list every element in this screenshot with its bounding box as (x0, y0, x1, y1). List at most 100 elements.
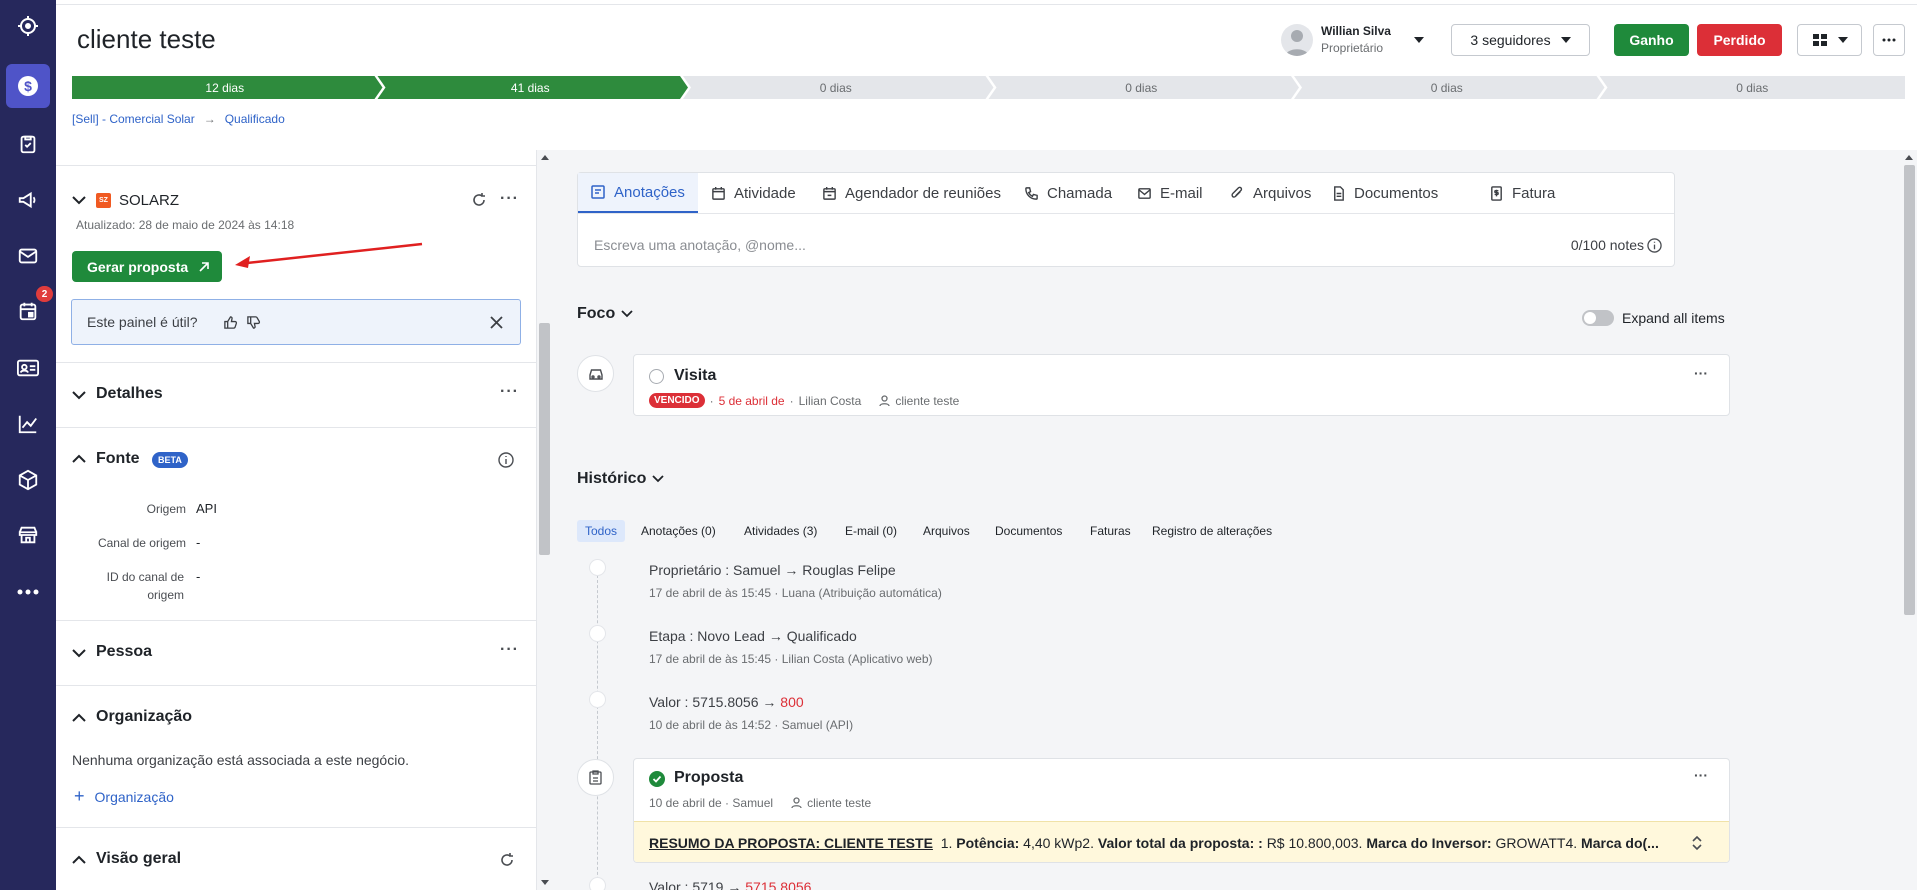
campaigns-megaphone-icon[interactable] (6, 178, 50, 222)
focus-header[interactable]: Foco (577, 305, 633, 323)
section-person-title[interactable]: Pessoa (96, 643, 152, 661)
field-value[interactable]: - (196, 569, 200, 584)
owner-role: Proprietário (1321, 41, 1384, 55)
scroll-down-icon[interactable] (541, 880, 549, 885)
owner-selector[interactable]: Willian Silva Proprietário (1281, 23, 1391, 57)
note-input-placeholder[interactable]: Escreva uma anotação, @nome... (594, 237, 806, 253)
tab-label: Agendador de reuniões (845, 184, 1001, 202)
header-more-button[interactable] (1873, 24, 1905, 56)
focus-activity-card[interactable]: Visita ··· VENCIDO · 5 de abril de · Lil… (633, 354, 1730, 416)
more-dots-icon[interactable]: ··· (1694, 767, 1708, 783)
chevron-down-icon[interactable] (1414, 37, 1424, 43)
won-button[interactable]: Ganho (1614, 24, 1689, 56)
more-dots-icon[interactable]: ··· (500, 190, 519, 208)
more-dots-icon[interactable]: ··· (1694, 365, 1708, 381)
grid-icon (1812, 34, 1827, 46)
section-details-title[interactable]: Detalhes (96, 385, 163, 403)
tab-notes[interactable]: Anotações (578, 173, 698, 213)
products-box-icon[interactable] (6, 458, 50, 502)
chevron-up-icon[interactable] (72, 454, 86, 464)
more-dots-icon (1882, 38, 1896, 42)
more-dots-icon[interactable]: ··· (500, 383, 519, 401)
deals-dollar-icon[interactable]: $ (6, 64, 50, 108)
tab-invoice[interactable]: Fatura (1489, 173, 1555, 213)
summary-label: Potência: (956, 834, 1020, 851)
chevron-up-icon[interactable] (72, 855, 86, 865)
more-dots-icon[interactable]: ··· (500, 641, 519, 659)
section-organization-title[interactable]: Organização (96, 708, 192, 726)
proposal-summary[interactable]: RESUMO DA PROPOSTA: CLIENTE TESTE 1. Pot… (634, 821, 1729, 862)
summary-label: Marca do Inversor: (1366, 834, 1492, 851)
refresh-icon[interactable] (499, 852, 515, 868)
field-label: Canal de origem (97, 536, 186, 550)
activity-contact[interactable]: cliente teste (895, 394, 959, 408)
activities-clipboard-icon[interactable] (6, 122, 50, 166)
summary-link[interactable]: RESUMO DA PROPOSTA: CLIENTE TESTE (649, 835, 933, 851)
proposal-title[interactable]: Proposta (674, 769, 743, 787)
marketplace-store-icon[interactable] (6, 513, 50, 557)
tab-scheduler[interactable]: Agendador de reuniões (822, 173, 1001, 213)
contacts-card-icon[interactable] (6, 346, 50, 390)
filter-invoices[interactable]: Faturas (1082, 520, 1139, 542)
divider (56, 165, 536, 166)
summary-label: Valor total da proposta: : (1097, 834, 1263, 851)
tab-files[interactable]: Arquivos (1230, 173, 1311, 213)
field-value[interactable]: API (196, 501, 217, 516)
breadcrumb-stage[interactable]: Qualificado (225, 112, 285, 126)
summary-number: 1. (940, 834, 953, 851)
tab-call[interactable]: Chamada (1024, 173, 1112, 213)
add-organization-link[interactable]: + Organização (74, 786, 174, 807)
activity-title[interactable]: Visita (674, 367, 716, 385)
chevron-up-icon[interactable] (72, 713, 86, 723)
thumbs-down-icon[interactable] (246, 315, 261, 330)
scroll-up-icon[interactable] (541, 155, 549, 160)
info-icon[interactable] (498, 452, 514, 468)
feedback-question: Este painel é útil? (87, 314, 198, 330)
thumbs-up-icon[interactable] (223, 315, 238, 330)
expand-collapse-icon[interactable] (1691, 835, 1703, 851)
activity-done-checkbox[interactable] (649, 369, 664, 384)
scrollbar-thumb[interactable] (539, 323, 550, 555)
refresh-icon[interactable] (471, 192, 487, 208)
close-icon[interactable] (490, 316, 503, 329)
pipeline-stage-label: 0 dias (1430, 80, 1463, 95)
filter-all[interactable]: Todos (577, 520, 626, 542)
info-icon[interactable] (1647, 238, 1662, 253)
scrollbar-thumb[interactable] (1904, 165, 1915, 615)
right-scrollbar[interactable] (1901, 150, 1917, 890)
filter-documents[interactable]: Documentos (987, 520, 1070, 542)
view-switch-button[interactable] (1797, 24, 1862, 56)
filter-activities[interactable]: Atividades (3) (736, 520, 825, 542)
filter-changelog[interactable]: Registro de alterações (1144, 520, 1280, 542)
tab-activity[interactable]: Atividade (711, 173, 796, 213)
chevron-down-icon[interactable] (72, 195, 86, 205)
tab-email[interactable]: E-mail (1137, 173, 1203, 213)
deal-title[interactable]: cliente teste (77, 24, 216, 55)
history-header[interactable]: Histórico (577, 470, 664, 488)
filter-files[interactable]: Arquivos (915, 520, 978, 542)
breadcrumb-pipeline[interactable]: [Sell] - Comercial Solar (72, 112, 195, 126)
filter-notes[interactable]: Anotações (0) (633, 520, 724, 542)
lost-button[interactable]: Perdido (1697, 24, 1782, 56)
more-dots-icon[interactable] (6, 570, 50, 614)
chevron-down-icon[interactable] (72, 390, 86, 400)
main-nav: $ 2 (0, 0, 56, 890)
chevron-down-icon[interactable] (72, 648, 86, 658)
field-value[interactable]: - (196, 535, 200, 550)
proposal-card[interactable]: Proposta ··· 10 de abril de · Samuel cli… (633, 758, 1730, 863)
history-item-meta: 17 de abril de às 15:45 · Luana (Atribui… (649, 586, 942, 600)
section-overview-title[interactable]: Visão geral (96, 850, 181, 868)
generate-proposal-button[interactable]: Gerar proposta (72, 251, 222, 282)
left-scrollbar[interactable] (536, 150, 552, 890)
expand-toggle[interactable] (1582, 310, 1614, 326)
insights-chart-icon[interactable] (6, 402, 50, 446)
section-source-title[interactable]: Fonte (96, 450, 140, 468)
followers-button[interactable]: 3 seguidores (1451, 24, 1590, 56)
invoice-dollar-icon (1491, 185, 1502, 201)
tab-documents[interactable]: Documentos (1331, 173, 1438, 213)
home-target-icon[interactable] (6, 4, 50, 48)
scroll-up-icon[interactable] (1905, 155, 1913, 160)
mail-envelope-icon[interactable] (6, 234, 50, 278)
filter-email[interactable]: E-mail (0) (837, 520, 905, 542)
proposal-contact[interactable]: cliente teste (807, 796, 871, 810)
